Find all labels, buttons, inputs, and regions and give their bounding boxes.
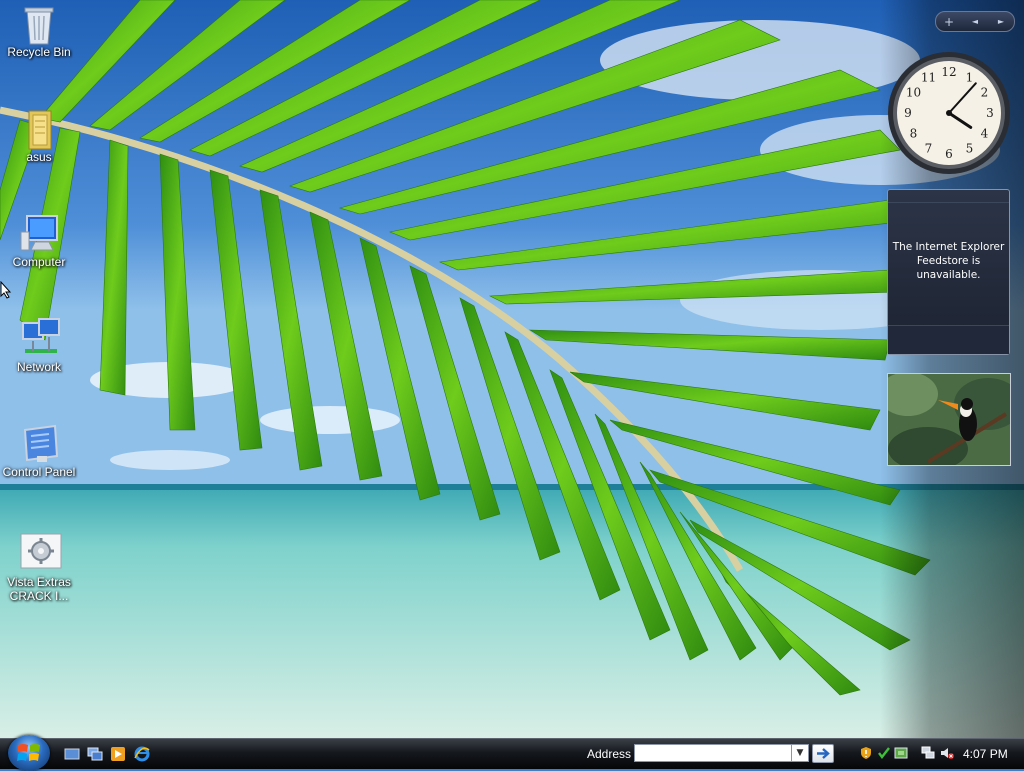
clock-numeral: 9 (904, 106, 912, 120)
desktop-icon-recycle-bin[interactable]: Recycle Bin (1, 2, 77, 59)
address-input[interactable] (634, 744, 792, 762)
slideshow-gadget[interactable] (887, 373, 1011, 466)
address-label: Address (587, 747, 632, 761)
desktop-wallpaper (0, 0, 1024, 738)
clock-numeral: 2 (981, 86, 989, 100)
switch-windows-icon[interactable] (87, 746, 103, 762)
address-go-button[interactable] (812, 744, 834, 763)
feed-headlines-gadget[interactable]: The Internet Explorer Feedstore is unava… (887, 189, 1010, 355)
clock-gadget[interactable]: 12 1 2 3 4 5 6 7 8 9 10 11 (886, 50, 1012, 176)
windows-logo-icon (17, 744, 40, 761)
clock-numeral: 8 (910, 127, 918, 141)
clock-numeral: 6 (945, 147, 953, 161)
clock-numeral: 11 (921, 71, 936, 85)
desktop-icon-control-panel[interactable]: Control Panel (1, 422, 77, 479)
media-player-icon[interactable] (110, 746, 126, 762)
feed-status-message: The Internet Explorer Feedstore is unava… (892, 241, 1005, 281)
tray-app2-icon[interactable] (894, 746, 908, 760)
desktop-icon-label: Vista Extras CRACK I... (7, 575, 71, 603)
go-arrow-icon (817, 748, 830, 759)
desktop-icon-label: Network (16, 360, 61, 374)
desktop-icon-label: asus (26, 150, 52, 164)
chevron-down-icon: ▼ (796, 748, 804, 758)
desktop-icon-vista-extras[interactable]: Vista Extras CRACK I... (1, 532, 77, 603)
feed-header (888, 190, 1009, 203)
volume-muted-icon[interactable] (940, 746, 954, 760)
start-button[interactable] (8, 735, 50, 771)
desktop-icon-label: Control Panel (2, 465, 76, 479)
clock-numeral: 4 (981, 127, 989, 141)
show-desktop-icon[interactable] (64, 746, 80, 762)
clock-numeral: 3 (986, 106, 994, 120)
folder-icon (19, 107, 59, 150)
recycle-bin-icon (19, 2, 59, 45)
network-tray-icon[interactable] (921, 746, 935, 760)
previous-page-button[interactable]: ◄ (965, 17, 985, 26)
next-page-button[interactable]: ► (991, 17, 1011, 26)
computer-icon (19, 212, 59, 252)
security-alert-icon[interactable] (859, 746, 873, 760)
toucan-photo (888, 374, 1010, 465)
tray-app-icon[interactable] (877, 746, 891, 760)
desktop-icon-network[interactable]: Network (1, 317, 77, 374)
taskbar-clock[interactable]: 4:07 PM (963, 747, 1008, 761)
desktop-icon-label: Recycle Bin (7, 45, 71, 59)
clock-numeral: 10 (906, 86, 921, 100)
clock-numeral: 5 (966, 142, 974, 156)
desktop-icon-asus[interactable]: asus (1, 107, 77, 164)
clock-numeral: 12 (941, 65, 956, 79)
control-panel-icon (19, 422, 59, 462)
desktop-icon-label: Computer (12, 255, 66, 269)
internet-explorer-icon[interactable] (134, 746, 150, 762)
clock-numeral: 1 (966, 71, 974, 85)
network-icon (19, 317, 60, 357)
add-gadget-button[interactable]: + (939, 15, 959, 29)
feed-footer (888, 325, 1009, 354)
settings-file-icon (19, 532, 62, 572)
mouse-cursor-icon (0, 281, 12, 299)
desktop-icon-computer[interactable]: Computer (1, 212, 77, 269)
address-dropdown-button[interactable]: ▼ (792, 744, 809, 762)
taskbar: Address ▼ 4:07 PM (0, 735, 1024, 771)
clock-numeral: 7 (925, 142, 933, 156)
sidebar-controls: + ◄ ► (935, 11, 1015, 32)
